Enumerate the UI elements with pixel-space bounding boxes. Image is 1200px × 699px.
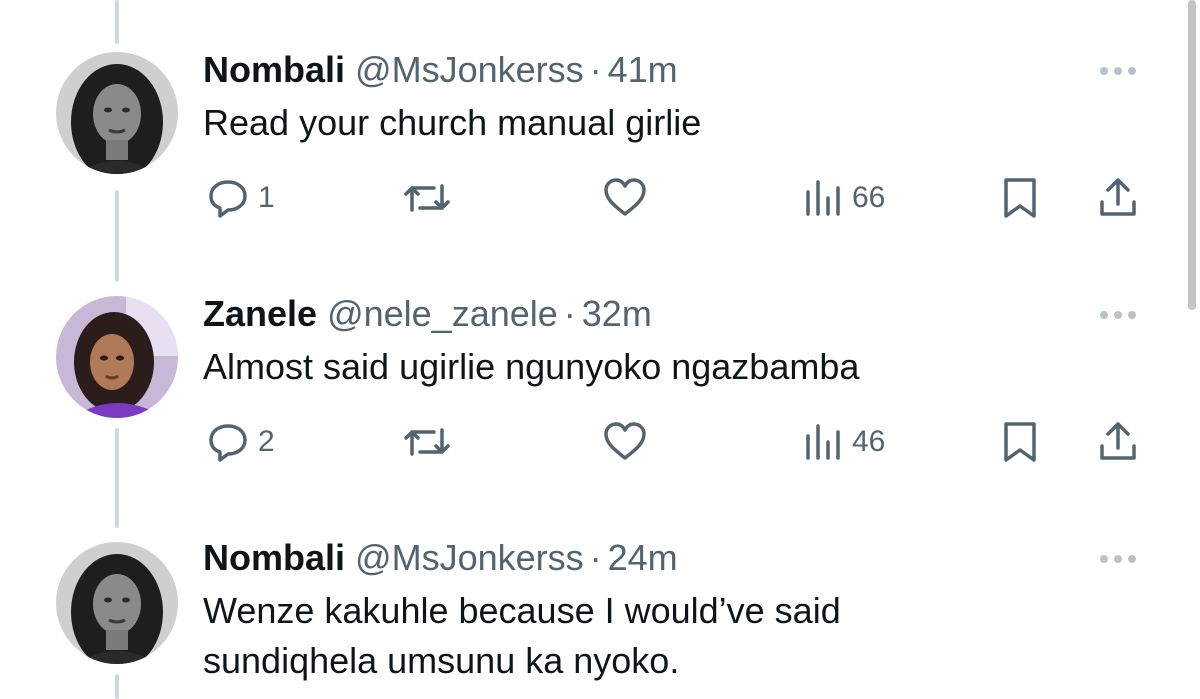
more-options-icon[interactable] [1098, 64, 1138, 76]
tweet-text: Wenze kakuhle because I would’ve said su… [203, 586, 1103, 686]
timestamp[interactable]: 24m [608, 537, 678, 578]
retweet-button[interactable] [402, 176, 452, 220]
reply-button[interactable]: 1 [206, 176, 275, 220]
like-button[interactable] [602, 420, 648, 464]
reply-thread: Nombali @MsJonkerss · 41m Read your church… [0, 0, 1200, 699]
separator: · [589, 49, 602, 90]
tweet[interactable]: Nombali @MsJonkerss · 24m Wenze kakuhle be… [0, 536, 1180, 699]
tweet-text: Read your church manual girlie [203, 102, 702, 143]
display-name[interactable]: Zanele [203, 293, 317, 334]
retweet-icon [402, 176, 452, 220]
tweet-actions: 2 46 [0, 420, 1180, 464]
scrollbar[interactable] [1188, 0, 1196, 310]
user-handle[interactable]: @MsJonkerss [355, 49, 584, 90]
avatar[interactable] [56, 296, 178, 418]
views-icon [804, 420, 844, 464]
share-icon [1096, 176, 1140, 220]
tweet-text-line: sundiqhela umsunu ka nyoko. [203, 640, 680, 681]
views-icon [804, 176, 844, 220]
view-count: 66 [852, 181, 886, 214]
tweet-actions: 1 66 [0, 176, 1180, 220]
display-name[interactable]: Nombali [203, 537, 345, 578]
more-options-icon[interactable] [1098, 308, 1138, 320]
bookmark-button[interactable] [1000, 420, 1040, 464]
bookmark-icon [1000, 176, 1040, 220]
like-button[interactable] [602, 176, 648, 220]
reply-count: 2 [258, 425, 275, 458]
more-options-icon[interactable] [1098, 552, 1138, 564]
tweet-text: Almost said ugirlie ngunyoko ngazbamba [203, 346, 860, 387]
bookmark-icon [1000, 420, 1040, 464]
view-count: 46 [852, 425, 886, 458]
reply-count: 1 [258, 181, 275, 214]
views-button[interactable]: 66 [804, 176, 885, 220]
tweet-header: Nombali @MsJonkerss · 41m [203, 48, 678, 92]
tweet[interactable]: Nombali @MsJonkerss · 41m Read your church… [0, 48, 1180, 238]
share-button[interactable] [1096, 176, 1140, 220]
reply-icon [206, 420, 250, 464]
tweet-text-line: Wenze kakuhle because I would’ve said [203, 590, 841, 631]
share-icon [1096, 420, 1140, 464]
like-icon [602, 420, 648, 464]
timestamp[interactable]: 32m [582, 293, 652, 334]
separator: · [589, 537, 602, 578]
user-handle[interactable]: @MsJonkerss [355, 537, 584, 578]
avatar[interactable] [56, 52, 178, 174]
views-button[interactable]: 46 [804, 420, 885, 464]
share-button[interactable] [1096, 420, 1140, 464]
thread-connector [115, 0, 119, 44]
retweet-button[interactable] [402, 420, 452, 464]
display-name[interactable]: Nombali [203, 49, 345, 90]
reply-button[interactable]: 2 [206, 420, 275, 464]
user-handle[interactable]: @nele_zanele [327, 293, 558, 334]
avatar[interactable] [56, 542, 178, 664]
tweet-header: Nombali @MsJonkerss · 24m [203, 536, 678, 580]
tweet[interactable]: Zanele @nele_zanele · 32m Almost said ugir… [0, 292, 1180, 482]
separator: · [563, 293, 576, 334]
bookmark-button[interactable] [1000, 176, 1040, 220]
tweet-header: Zanele @nele_zanele · 32m [203, 292, 652, 336]
timestamp[interactable]: 41m [608, 49, 678, 90]
reply-icon [206, 176, 250, 220]
retweet-icon [402, 420, 452, 464]
like-icon [602, 176, 648, 220]
